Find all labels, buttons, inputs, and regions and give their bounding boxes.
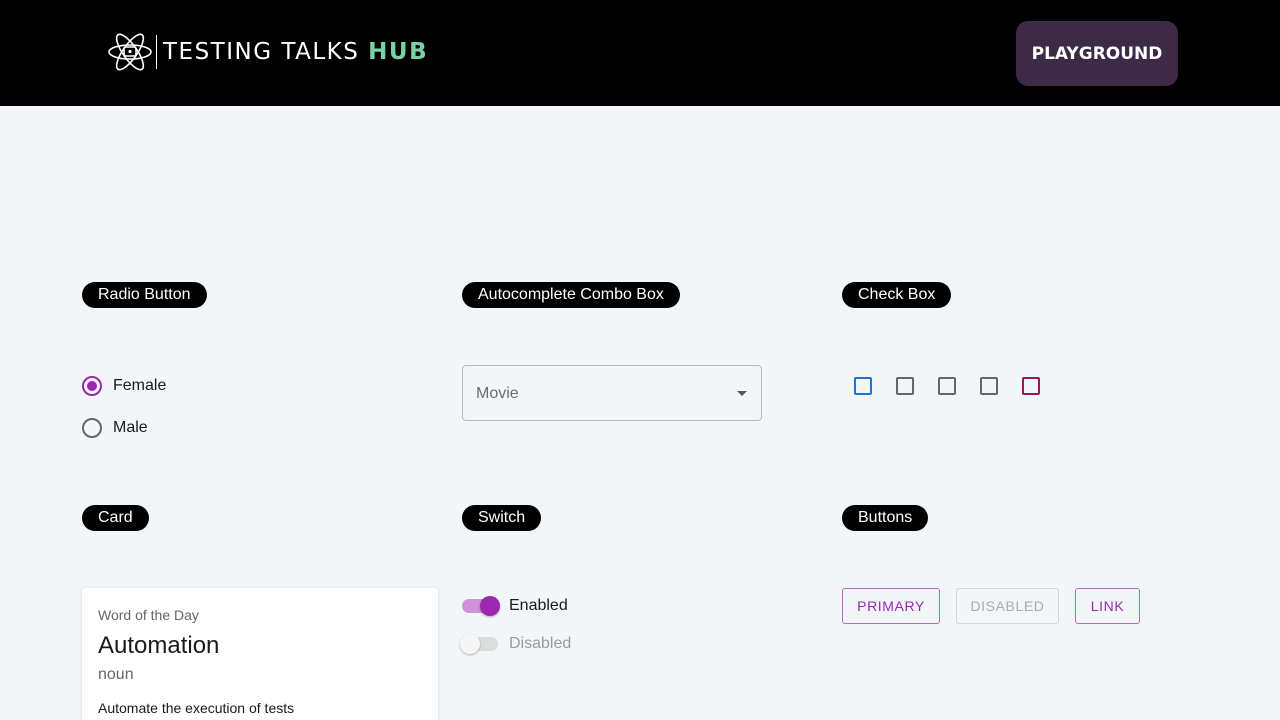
switch-thumb bbox=[480, 596, 500, 616]
card-body: Automate the execution of tests bbox=[98, 700, 295, 716]
switch-label-enabled: Enabled bbox=[509, 597, 568, 614]
dropdown-arrow-icon[interactable] bbox=[737, 391, 747, 396]
checkbox-4[interactable] bbox=[980, 377, 998, 395]
atom-logo-icon bbox=[108, 33, 152, 71]
radio-option-male[interactable]: Male bbox=[82, 418, 148, 438]
playground-button[interactable]: PLAYGROUND bbox=[1016, 21, 1178, 86]
logo-hub-text: HUB bbox=[368, 39, 429, 65]
word-of-the-day-card: Word of the Day Automation noun Automate… bbox=[82, 588, 438, 720]
brand-logo[interactable]: TESTING TALKS HUB bbox=[106, 33, 428, 71]
checkbox-1[interactable] bbox=[854, 377, 872, 395]
card-overline: Word of the Day bbox=[98, 607, 199, 623]
primary-button[interactable]: PRIMARY bbox=[842, 588, 940, 624]
switch-disabled-row: Disabled bbox=[460, 634, 572, 654]
checkbox-2[interactable] bbox=[896, 377, 914, 395]
section-label-checkbox: Check Box bbox=[842, 282, 952, 308]
radio-label-male: Male bbox=[113, 419, 148, 436]
section-label-radio: Radio Button bbox=[82, 282, 207, 308]
radio-male[interactable] bbox=[82, 418, 102, 438]
radio-female[interactable] bbox=[82, 376, 102, 396]
switch-label-disabled: Disabled bbox=[509, 635, 572, 652]
section-label-combo: Autocomplete Combo Box bbox=[462, 282, 680, 308]
section-label-card: Card bbox=[82, 505, 149, 531]
switch-thumb bbox=[460, 634, 480, 654]
movie-combo-box[interactable] bbox=[462, 365, 762, 421]
disabled-button: DISABLED bbox=[956, 588, 1059, 624]
link-button[interactable]: LINK bbox=[1075, 588, 1140, 624]
top-bar: TESTING TALKS HUB PLAYGROUND bbox=[0, 0, 1280, 106]
movie-combo-input[interactable] bbox=[476, 382, 726, 406]
card-subtitle: noun bbox=[98, 666, 134, 683]
section-label-buttons: Buttons bbox=[842, 505, 929, 531]
card-title: Automation bbox=[98, 632, 220, 659]
logo-text: TESTING TALKS HUB bbox=[163, 39, 429, 65]
switch-enabled-row[interactable]: Enabled bbox=[462, 596, 568, 616]
switch-enabled[interactable] bbox=[462, 596, 500, 616]
radio-label-female: Female bbox=[113, 377, 167, 394]
checkbox-5[interactable] bbox=[1022, 377, 1040, 395]
switch-disabled bbox=[460, 634, 498, 654]
radio-option-female[interactable]: Female bbox=[82, 376, 166, 396]
checkbox-3[interactable] bbox=[938, 377, 956, 395]
section-label-switch: Switch bbox=[462, 505, 542, 531]
logo-divider bbox=[156, 35, 157, 69]
